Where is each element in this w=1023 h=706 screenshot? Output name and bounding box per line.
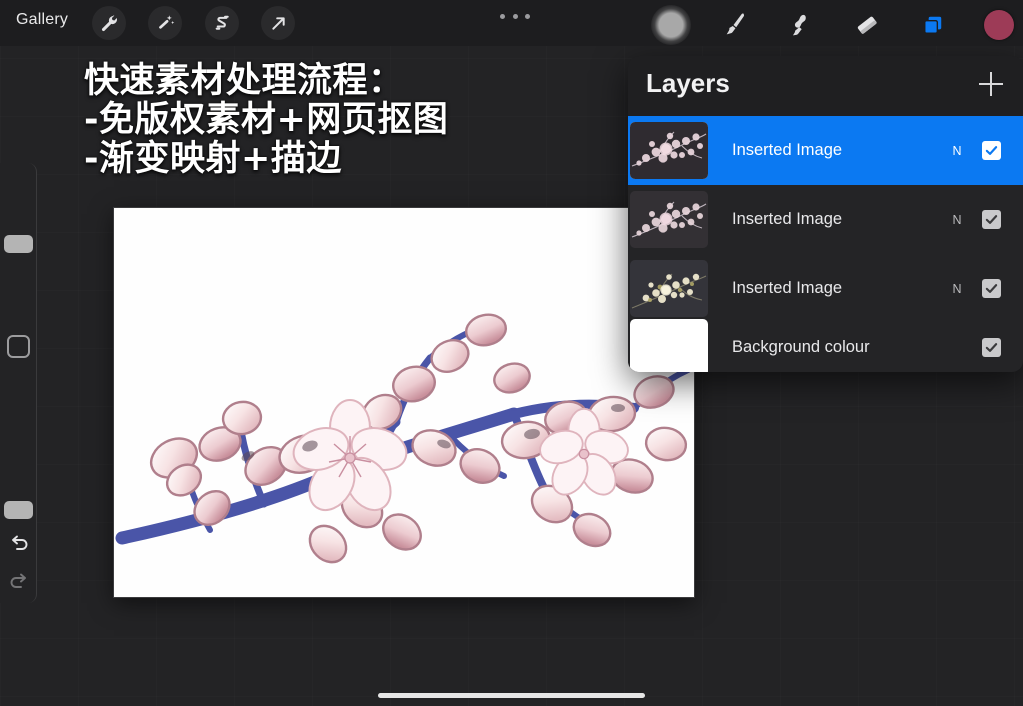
- layers-panel: Layers Inserted Image N Inserted Image N…: [628, 56, 1023, 372]
- brush-size-slider[interactable]: [0, 163, 37, 320]
- brush-opacity-slider[interactable]: [0, 379, 37, 536]
- layer-thumbnail[interactable]: [630, 191, 708, 248]
- layer-visibility-checkbox[interactable]: [982, 279, 1001, 298]
- layer-blend-mode[interactable]: N: [946, 282, 968, 296]
- layer-thumbnail[interactable]: [630, 260, 708, 317]
- layers-panel-header: Layers: [628, 56, 1023, 116]
- drawing-canvas[interactable]: [114, 208, 694, 597]
- undo-icon[interactable]: [8, 533, 30, 555]
- redo-icon[interactable]: [8, 571, 30, 593]
- layer-name: Background colour: [732, 338, 870, 356]
- layers-icon[interactable]: [910, 4, 956, 46]
- layer-visibility-checkbox[interactable]: [982, 210, 1001, 229]
- brush-opacity-slider-handle[interactable]: [4, 501, 33, 519]
- selection-icon[interactable]: [205, 6, 239, 40]
- top-toolbar: Gallery: [0, 0, 1023, 46]
- layer-blend-mode[interactable]: N: [946, 144, 968, 158]
- more-options-icon[interactable]: [500, 4, 530, 28]
- layer-thumbnail[interactable]: [630, 319, 708, 372]
- transform-arrow-icon[interactable]: [261, 6, 295, 40]
- gallery-button[interactable]: Gallery: [16, 11, 68, 29]
- chinese-caption-overlay: 快速素材处理流程： -免版权素材+网页抠图 -渐变映射+描边: [84, 61, 449, 180]
- layer-thumbnail[interactable]: [630, 122, 708, 179]
- brush-size-icon[interactable]: [648, 4, 694, 46]
- layer-name: Inserted Image: [732, 279, 843, 297]
- paintbrush-icon[interactable]: [712, 4, 758, 46]
- layer-name: Inserted Image: [732, 210, 843, 228]
- layer-row[interactable]: Inserted Image N: [628, 116, 1023, 185]
- wrench-icon[interactable]: [92, 6, 126, 40]
- layers-panel-title: Layers: [646, 68, 730, 98]
- home-indicator: [378, 693, 645, 698]
- layer-name: Inserted Image: [732, 141, 843, 159]
- layer-row[interactable]: Inserted Image N: [628, 254, 1023, 323]
- magic-wand-icon[interactable]: [148, 6, 182, 40]
- procreate-app: 快速素材处理流程： -免版权素材+网页抠图 -渐变映射+描边 Layers In…: [0, 0, 1023, 706]
- add-layer-icon[interactable]: [979, 72, 1003, 96]
- cherry-blossom-artwork: [114, 208, 694, 597]
- layer-visibility-checkbox[interactable]: [982, 338, 1001, 357]
- smudge-icon[interactable]: [778, 4, 824, 46]
- layer-row[interactable]: Inserted Image N: [628, 185, 1023, 254]
- layer-blend-mode[interactable]: N: [946, 213, 968, 227]
- layer-row[interactable]: Background colour: [628, 319, 1023, 372]
- modify-button-icon[interactable]: [7, 335, 30, 358]
- layer-visibility-checkbox[interactable]: [982, 141, 1001, 160]
- brush-size-slider-handle[interactable]: [4, 235, 33, 253]
- eraser-icon[interactable]: [844, 4, 890, 46]
- left-tool-sidebar: [0, 163, 37, 603]
- color-swatch[interactable]: [976, 4, 1022, 46]
